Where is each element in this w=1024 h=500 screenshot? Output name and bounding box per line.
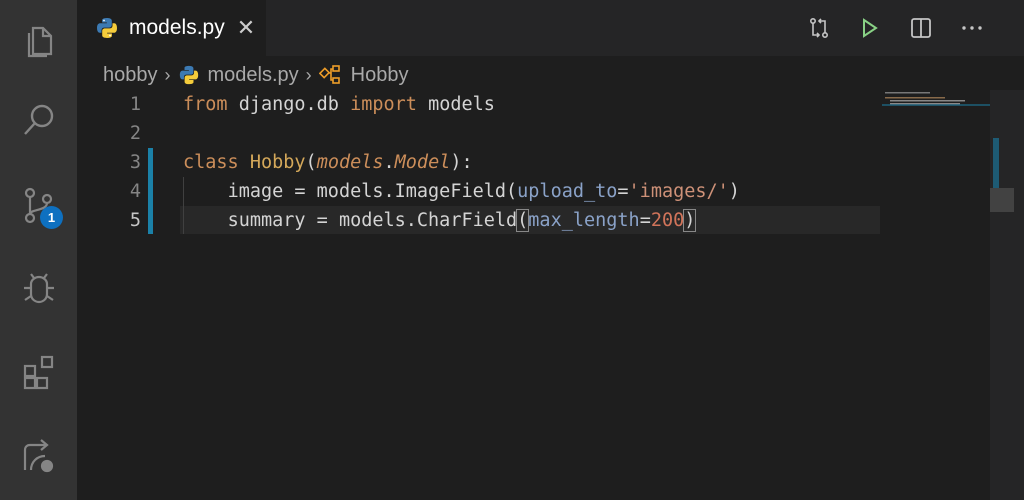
breadcrumb-file-label: models.py <box>207 63 299 86</box>
minimap[interactable] <box>880 90 990 150</box>
breadcrumb-symbol-label: Hobby <box>350 63 409 86</box>
scrollbar-change-marker <box>993 138 999 192</box>
line-number: 2 <box>129 123 141 144</box>
breadcrumb-symbol[interactable]: Hobby <box>318 63 409 87</box>
extensions-icon[interactable] <box>0 342 77 402</box>
scm-badge: 1 <box>40 206 63 229</box>
breadcrumb: hobby › models.py › Hobby <box>103 62 408 88</box>
code-text: image = models.ImageField(upload_to='ima… <box>227 181 740 202</box>
explorer-icon[interactable] <box>0 10 77 70</box>
code-line: 4 image = models.ImageField(upload_to='i… <box>77 177 990 206</box>
class-symbol-icon <box>318 65 340 84</box>
python-file-icon <box>179 65 198 85</box>
python-file-icon <box>97 18 117 38</box>
code-text: from django.db import models <box>183 94 495 115</box>
run-debug-icon[interactable] <box>0 258 77 318</box>
remote-explorer-icon[interactable] <box>0 426 77 486</box>
chevron-right-icon: › <box>305 64 312 85</box>
compare-changes-icon[interactable] <box>805 14 833 42</box>
more-actions-icon[interactable] <box>958 14 986 42</box>
code-editor[interactable]: 1 from django.db import models 2 3 class… <box>77 90 990 500</box>
activity-bar: 1 <box>0 0 77 500</box>
breadcrumb-file[interactable]: models.py <box>178 64 299 87</box>
source-control-icon[interactable] <box>0 175 77 235</box>
line-number: 1 <box>129 94 141 115</box>
code-line: 3 class Hobby(models.Model): <box>77 148 990 177</box>
close-icon[interactable]: ✕ <box>237 17 255 39</box>
split-editor-icon[interactable] <box>907 14 935 42</box>
tab-label: models.py <box>129 16 225 39</box>
line-number: 3 <box>129 152 141 173</box>
run-icon[interactable] <box>855 14 883 42</box>
code-text: class Hobby(models.Model): <box>183 152 473 173</box>
search-icon[interactable] <box>0 90 77 150</box>
chevron-right-icon: › <box>164 64 171 85</box>
code-line: 2 <box>77 119 990 148</box>
code-line: 1 from django.db import models <box>77 90 990 119</box>
code-line-active: 5 summary = models.CharField(max_length=… <box>77 206 990 235</box>
code-text: summary = models.CharField(max_length=20… <box>227 209 697 232</box>
line-number: 4 <box>129 181 141 202</box>
breadcrumb-folder[interactable]: hobby <box>103 64 158 87</box>
line-number: 5 <box>129 210 141 231</box>
tab-models-py[interactable]: models.py ✕ <box>77 0 266 56</box>
scrollbar-thumb[interactable] <box>990 188 1014 212</box>
